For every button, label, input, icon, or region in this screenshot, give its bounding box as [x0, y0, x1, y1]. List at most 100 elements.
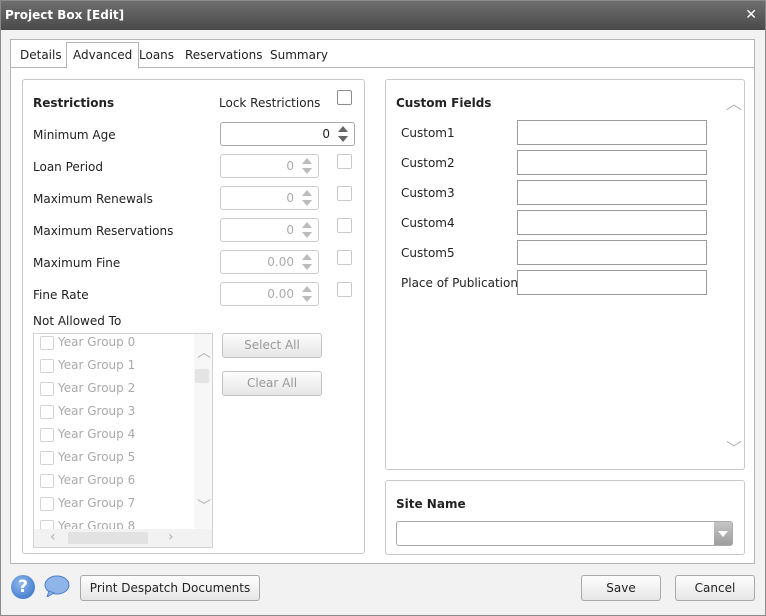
maximum-reservations-stepper: 0: [220, 218, 319, 242]
minimum-age-value: 0: [322, 127, 330, 141]
not-allowed-label: Not Allowed To: [33, 314, 122, 328]
chevron-left-icon[interactable]: ‹: [50, 529, 56, 545]
group-label: Year Group 4: [58, 427, 136, 441]
select-all-button[interactable]: Select All: [222, 333, 322, 358]
clear-all-button[interactable]: Clear All: [222, 371, 322, 396]
group-label: Year Group 5: [58, 450, 136, 464]
group-checkbox: [40, 382, 54, 396]
custom3-field[interactable]: [517, 180, 707, 205]
group-label: Year Group 3: [58, 404, 136, 418]
maximum-renewals-lock-checkbox: [337, 186, 352, 201]
tab-loans[interactable]: Loans: [133, 43, 180, 68]
custom1-field[interactable]: [517, 120, 707, 145]
site-name-panel: Site Name: [385, 480, 745, 555]
maximum-fine-stepper: 0.00: [220, 250, 319, 274]
group-label: Year Group 0: [58, 335, 136, 349]
stepper-arrows[interactable]: [334, 123, 354, 145]
list-horizontal-scrollbar[interactable]: ‹ ›: [34, 529, 212, 547]
restrictions-heading: Restrictions: [33, 96, 115, 110]
cancel-button[interactable]: Cancel: [675, 575, 755, 601]
chevron-up-icon[interactable]: ︿: [726, 90, 742, 114]
custom1-label: Custom1: [401, 126, 455, 140]
scrollbar-thumb[interactable]: [68, 532, 148, 544]
tab-reservations[interactable]: Reservations: [179, 43, 268, 68]
loan-period-stepper: 0: [220, 154, 319, 178]
place-of-publication-label: Place of Publication: [401, 276, 518, 290]
list-item: Year Group 2: [34, 380, 194, 400]
up-arrow-icon[interactable]: [338, 126, 348, 132]
place-of-publication-field[interactable]: [517, 270, 707, 295]
custom2-field[interactable]: [517, 150, 707, 175]
chevron-down-icon[interactable]: ﹀: [726, 435, 742, 459]
site-name-select[interactable]: [396, 521, 733, 546]
close-icon[interactable]: ✕: [745, 7, 757, 23]
stepper-arrows: [298, 251, 318, 273]
list-item: Year Group 1: [34, 357, 194, 377]
group-label: Year Group 6: [58, 473, 136, 487]
restrictions-panel: Restrictions Lock Restrictions Minimum A…: [22, 79, 365, 554]
custom-fields-heading: Custom Fields: [396, 96, 492, 110]
up-arrow-icon: [302, 158, 312, 164]
help-icon[interactable]: ?: [11, 575, 35, 599]
fine-rate-lock-checkbox: [337, 282, 352, 297]
year-group-list[interactable]: Year Group 0 Year Group 1 Year Group 2 Y…: [33, 333, 213, 548]
tab-summary[interactable]: Summary: [264, 43, 334, 68]
custom2-label: Custom2: [401, 156, 455, 170]
lock-restrictions-label: Lock Restrictions: [219, 96, 321, 110]
edit-dialog: Project Box [Edit] ✕ Details Advanced Lo…: [0, 0, 766, 616]
loan-period-value: 0: [286, 159, 294, 173]
save-button[interactable]: Save: [581, 575, 661, 601]
fine-rate-stepper: 0.00: [220, 282, 319, 306]
group-checkbox: [40, 451, 54, 465]
list-item: Year Group 0: [34, 334, 194, 354]
dropdown-button[interactable]: [714, 522, 732, 545]
custom3-label: Custom3: [401, 186, 455, 200]
chevron-down-icon: [718, 531, 728, 537]
maximum-renewals-label: Maximum Renewals: [33, 192, 153, 206]
custom5-label: Custom5: [401, 246, 455, 260]
list-vertical-scrollbar[interactable]: ︿ ﹀: [194, 334, 212, 530]
list-item: Year Group 3: [34, 403, 194, 423]
custom4-label: Custom4: [401, 216, 455, 230]
title-bar[interactable]: Project Box [Edit] ✕: [1, 1, 765, 30]
custom-fields-panel: Custom Fields Custom1 Custom2 Custom3 Cu…: [385, 79, 745, 470]
down-arrow-icon: [302, 200, 312, 206]
minimum-age-stepper[interactable]: 0: [220, 122, 355, 146]
group-label: Year Group 2: [58, 381, 136, 395]
list-item: Year Group 6: [34, 472, 194, 492]
group-checkbox: [40, 474, 54, 488]
tab-advanced[interactable]: Advanced: [66, 42, 140, 69]
chat-icon[interactable]: [44, 575, 70, 597]
site-name-heading: Site Name: [396, 497, 466, 511]
up-arrow-icon: [302, 190, 312, 196]
print-despatch-documents-button[interactable]: Print Despatch Documents: [80, 575, 260, 601]
down-arrow-icon: [302, 232, 312, 238]
tab-bar: Details Advanced Loans Reservations Summ…: [11, 40, 754, 69]
scrollbar-thumb[interactable]: [195, 369, 209, 383]
down-arrow-icon: [302, 264, 312, 270]
custom4-field[interactable]: [517, 210, 707, 235]
group-label: Year Group 1: [58, 358, 136, 372]
chevron-right-icon[interactable]: ›: [168, 529, 174, 545]
chevron-down-icon[interactable]: ﹀: [197, 496, 211, 516]
maximum-fine-label: Maximum Fine: [33, 256, 121, 270]
list-item: Year Group 4: [34, 426, 194, 446]
maximum-fine-value: 0.00: [267, 255, 294, 269]
custom5-field[interactable]: [517, 240, 707, 265]
fine-rate-label: Fine Rate: [33, 288, 89, 302]
down-arrow-icon: [302, 296, 312, 302]
loan-period-label: Loan Period: [33, 160, 104, 174]
stepper-arrows: [298, 219, 318, 241]
stepper-arrows: [298, 187, 318, 209]
group-checkbox: [40, 497, 54, 511]
minimum-age-label: Minimum Age: [33, 128, 116, 142]
lock-restrictions-checkbox[interactable]: [337, 90, 352, 105]
chevron-up-icon[interactable]: ︿: [197, 342, 211, 362]
loan-period-lock-checkbox: [337, 154, 352, 169]
maximum-reservations-value: 0: [286, 223, 294, 237]
group-checkbox: [40, 405, 54, 419]
maximum-reservations-label: Maximum Reservations: [33, 224, 174, 238]
tab-details[interactable]: Details: [14, 43, 68, 68]
down-arrow-icon[interactable]: [338, 136, 348, 142]
group-checkbox: [40, 359, 54, 373]
